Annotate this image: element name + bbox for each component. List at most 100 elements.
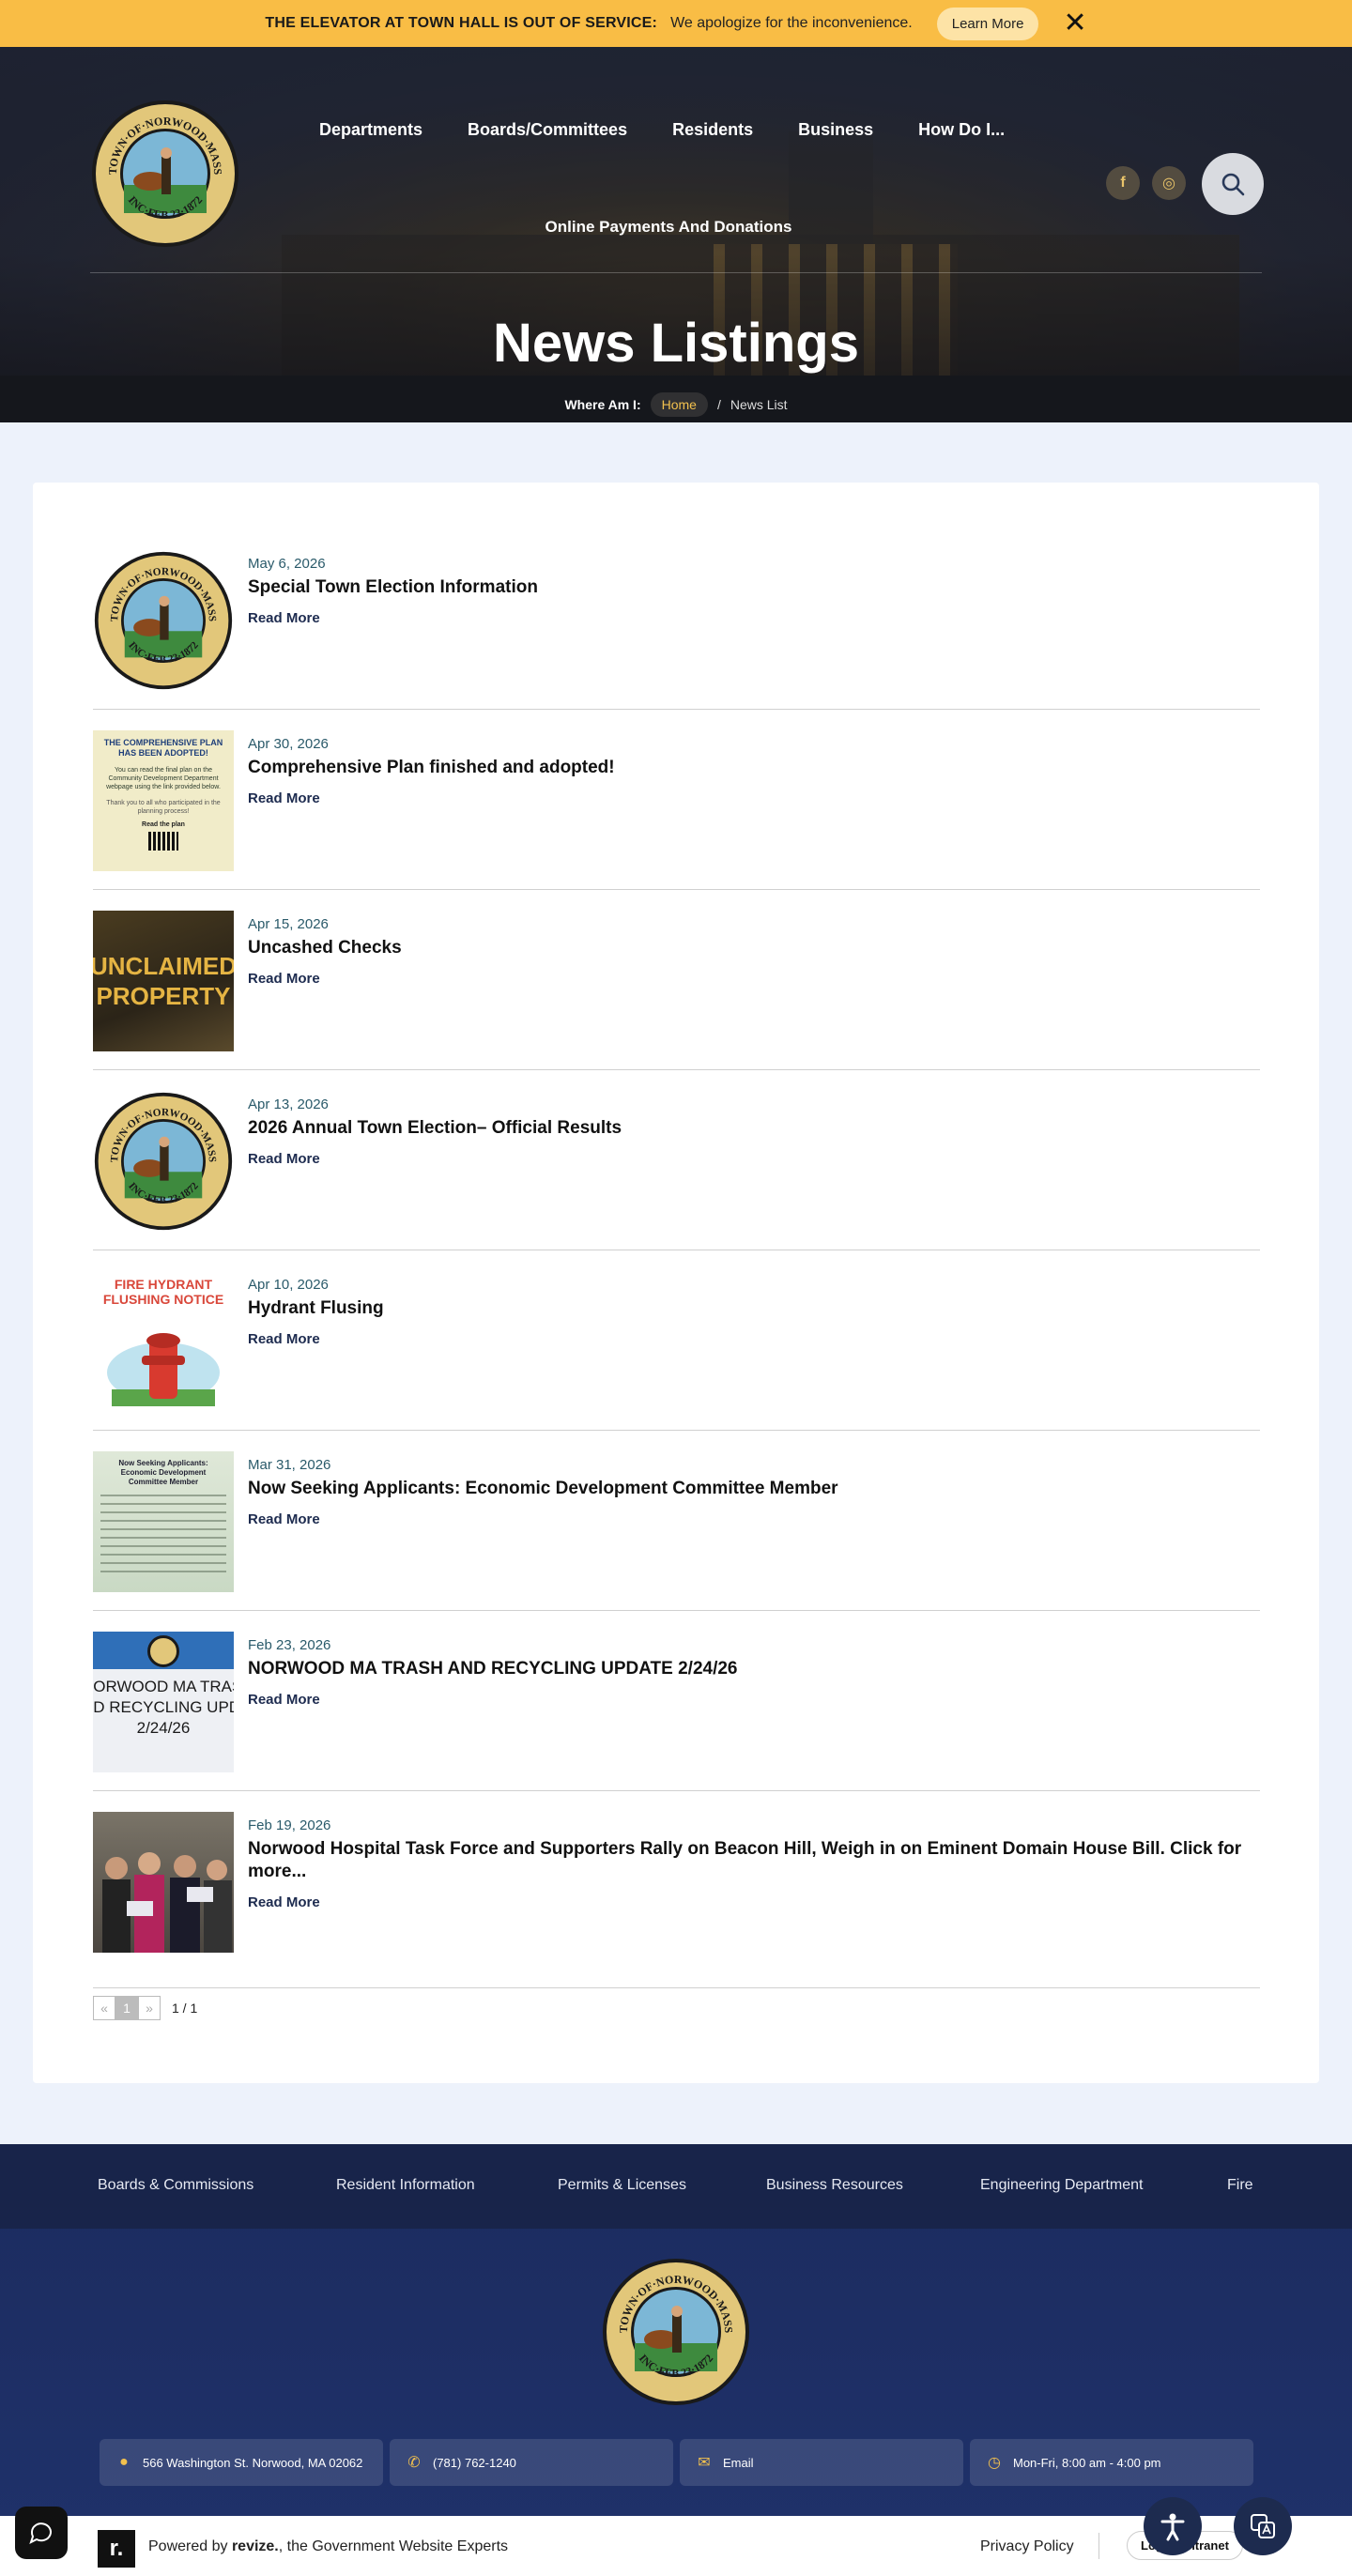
read-more-link[interactable]: Read More bbox=[248, 1331, 320, 1347]
news-item: Now Seeking Applicants: Economic Develop… bbox=[93, 1431, 1260, 1611]
main-nav: Departments Boards/Committees Residents … bbox=[319, 120, 1005, 140]
read-more-link[interactable]: Read More bbox=[248, 790, 320, 806]
instagram-icon[interactable]: ◎ bbox=[1152, 166, 1186, 200]
nav-online-payments[interactable]: Online Payments And Donations bbox=[545, 218, 792, 236]
qr-code-icon bbox=[148, 832, 178, 851]
footer-link-permits[interactable]: Permits & Licenses bbox=[558, 2177, 686, 2194]
thumb-heading: THE COMPREHENSIVE PLAN HAS BEEN ADOPTED! bbox=[103, 738, 223, 758]
footer-email[interactable]: ✉ Email bbox=[680, 2439, 963, 2486]
news-title[interactable]: Comprehensive Plan finished and adopted! bbox=[248, 757, 1243, 779]
news-thumbnail[interactable]: THE COMPREHENSIVE PLAN HAS BEEN ADOPTED!… bbox=[93, 730, 234, 871]
clock-icon: ◷ bbox=[988, 2455, 1001, 2471]
nav-departments[interactable]: Departments bbox=[319, 120, 422, 140]
accessibility-icon bbox=[1160, 2513, 1185, 2541]
chat-button[interactable] bbox=[15, 2507, 68, 2559]
breadcrumb-label: Where Am I: bbox=[564, 397, 641, 412]
footer-link-resident-info[interactable]: Resident Information bbox=[336, 2177, 475, 2194]
nav-boards-committees[interactable]: Boards/Committees bbox=[468, 120, 627, 140]
next-page-button[interactable]: » bbox=[138, 1996, 161, 2020]
read-more-link[interactable]: Read More bbox=[248, 1894, 320, 1910]
news-thumbnail[interactable]: UNCLAIMED PROPERTY bbox=[93, 911, 234, 1051]
footer-divider bbox=[1098, 2533, 1099, 2559]
secondary-nav: Online Payments And Donations bbox=[0, 218, 1337, 237]
thumb-line2: FLUSHING NOTICE bbox=[102, 1292, 224, 1307]
search-button[interactable] bbox=[1202, 153, 1264, 215]
mail-icon: ✉ bbox=[698, 2455, 711, 2471]
news-item: TOWN·OF·NORWOOD·MASS INC·FEB 23·1872 Apr… bbox=[93, 1070, 1260, 1250]
news-item: THE COMPREHENSIVE PLAN HAS BEEN ADOPTED!… bbox=[93, 710, 1260, 890]
hero-banner: TOWN·OF·NORWOOD·MASS INC·FEB 23·1872 Dep… bbox=[0, 47, 1352, 422]
revize-logo-icon[interactable]: r. bbox=[98, 2530, 135, 2568]
news-item: NORWOOD MA TRASH ND RECYCLING UPDAT 2/24… bbox=[93, 1611, 1260, 1791]
page-button-current[interactable]: 1 bbox=[115, 1996, 138, 2020]
read-more-link[interactable]: Read More bbox=[248, 971, 320, 987]
translate-button[interactable] bbox=[1234, 2497, 1292, 2555]
news-title[interactable]: Now Seeking Applicants: Economic Develop… bbox=[248, 1478, 1243, 1500]
footer-address[interactable]: ● 566 Washington St. Norwood, MA 02062 bbox=[100, 2439, 383, 2486]
read-more-link[interactable]: Read More bbox=[248, 1511, 320, 1527]
facebook-icon[interactable]: f bbox=[1106, 166, 1140, 200]
thumb-line2: ND RECYCLING UPDAT bbox=[93, 1698, 234, 1716]
footer-phone[interactable]: ✆ (781) 762-1240 bbox=[390, 2439, 673, 2486]
news-thumbnail[interactable]: TOWN·OF·NORWOOD·MASS INC·FEB 23·1872 bbox=[93, 550, 234, 691]
news-date: Apr 30, 2026 bbox=[248, 736, 329, 752]
alert-title: THE ELEVATOR AT TOWN HALL IS OUT OF SERV… bbox=[265, 15, 658, 31]
nav-business[interactable]: Business bbox=[798, 120, 873, 140]
seal-graphic: TOWN·OF·NORWOOD·MASS INC·FEB 23·1872 bbox=[603, 2259, 749, 2405]
powered-by-text: Powered by revize., the Government Websi… bbox=[148, 2538, 508, 2555]
news-title[interactable]: Hydrant Flusing bbox=[248, 1297, 1243, 1320]
news-title[interactable]: 2026 Annual Town Election– Official Resu… bbox=[248, 1117, 1243, 1140]
news-date: Apr 13, 2026 bbox=[248, 1096, 329, 1112]
accessibility-button[interactable] bbox=[1144, 2497, 1202, 2555]
breadcrumb: Where Am I: Home / News List bbox=[0, 392, 1352, 417]
close-icon[interactable]: ✕ bbox=[1063, 9, 1086, 38]
news-title[interactable]: Uncashed Checks bbox=[248, 937, 1243, 959]
rally-photo bbox=[102, 1852, 232, 1953]
footer-seal-logo[interactable]: TOWN·OF·NORWOOD·MASS INC·FEB 23·1872 bbox=[601, 2257, 751, 2407]
learn-more-button[interactable]: Learn More bbox=[936, 7, 1039, 40]
news-thumbnail[interactable]: NORWOOD MA TRASH ND RECYCLING UPDAT 2/24… bbox=[93, 1632, 234, 1772]
news-title[interactable]: Norwood Hospital Task Force and Supporte… bbox=[248, 1838, 1243, 1883]
news-thumbnail[interactable]: FIRE HYDRANT FLUSHING NOTICE bbox=[93, 1271, 234, 1412]
pagination: « 1 » 1 / 1 bbox=[93, 1996, 197, 2020]
footer-link-engineering[interactable]: Engineering Department bbox=[980, 2177, 1143, 2194]
news-list-card: TOWN·OF·NORWOOD·MASS INC·FEB 23·1872 May… bbox=[33, 483, 1319, 2083]
breadcrumb-current: News List bbox=[730, 397, 788, 412]
news-item: TOWN·OF·NORWOOD·MASS INC·FEB 23·1872 May… bbox=[93, 529, 1260, 710]
seal-graphic: TOWN·OF·NORWOOD·MASS INC·FEB 23·1872 bbox=[94, 551, 233, 690]
news-thumbnail[interactable]: Now Seeking Applicants: Economic Develop… bbox=[93, 1451, 234, 1592]
news-title[interactable]: NORWOOD MA TRASH AND RECYCLING UPDATE 2/… bbox=[248, 1658, 1243, 1680]
thumb-line2: PROPERTY bbox=[96, 982, 231, 1010]
news-title[interactable]: Special Town Election Information bbox=[248, 576, 1243, 599]
prev-page-button[interactable]: « bbox=[93, 1996, 115, 2020]
alert-message: We apologize for the inconvenience. bbox=[670, 15, 913, 31]
footer-link-business[interactable]: Business Resources bbox=[766, 2177, 903, 2194]
address-text: 566 Washington St. Norwood, MA 02062 bbox=[143, 2455, 363, 2470]
privacy-policy-link[interactable]: Privacy Policy bbox=[980, 2538, 1074, 2555]
chat-bubble-icon bbox=[29, 2522, 52, 2544]
breadcrumb-separator: / bbox=[716, 397, 721, 412]
thumb-cta: Read the plan bbox=[142, 821, 185, 828]
thumb-line1: NORWOOD MA TRASH bbox=[93, 1678, 234, 1695]
town-seal-icon bbox=[147, 1635, 179, 1667]
read-more-link[interactable]: Read More bbox=[248, 1151, 320, 1167]
news-thumbnail[interactable] bbox=[93, 1812, 234, 1953]
thumb-heading: Now Seeking Applicants: Economic Develop… bbox=[118, 1459, 208, 1486]
thumb-line1: FIRE HYDRANT bbox=[114, 1277, 213, 1292]
footer-link-boards[interactable]: Boards & Commissions bbox=[98, 2177, 254, 2194]
read-more-link[interactable]: Read More bbox=[248, 1692, 320, 1708]
breadcrumb-home[interactable]: Home bbox=[650, 392, 708, 417]
footer-link-fire[interactable]: Fire bbox=[1227, 2177, 1253, 2194]
news-date: May 6, 2026 bbox=[248, 556, 326, 572]
read-more-link[interactable]: Read More bbox=[248, 610, 320, 626]
news-thumbnail[interactable]: TOWN·OF·NORWOOD·MASS INC·FEB 23·1872 bbox=[93, 1091, 234, 1232]
nav-how-do-i[interactable]: How Do I... bbox=[918, 120, 1005, 140]
nav-residents[interactable]: Residents bbox=[672, 120, 753, 140]
map-pin-icon: ● bbox=[119, 2454, 129, 2470]
alert-bar: THE ELEVATOR AT TOWN HALL IS OUT OF SERV… bbox=[0, 0, 1352, 47]
phone-icon: ✆ bbox=[407, 2455, 421, 2471]
news-date: Mar 31, 2026 bbox=[248, 1457, 331, 1473]
powered-brand[interactable]: revize. bbox=[232, 2538, 279, 2554]
footer-quick-links: Boards & Commissions Resident Informatio… bbox=[0, 2144, 1352, 2229]
hydrant-icon bbox=[107, 1333, 220, 1406]
